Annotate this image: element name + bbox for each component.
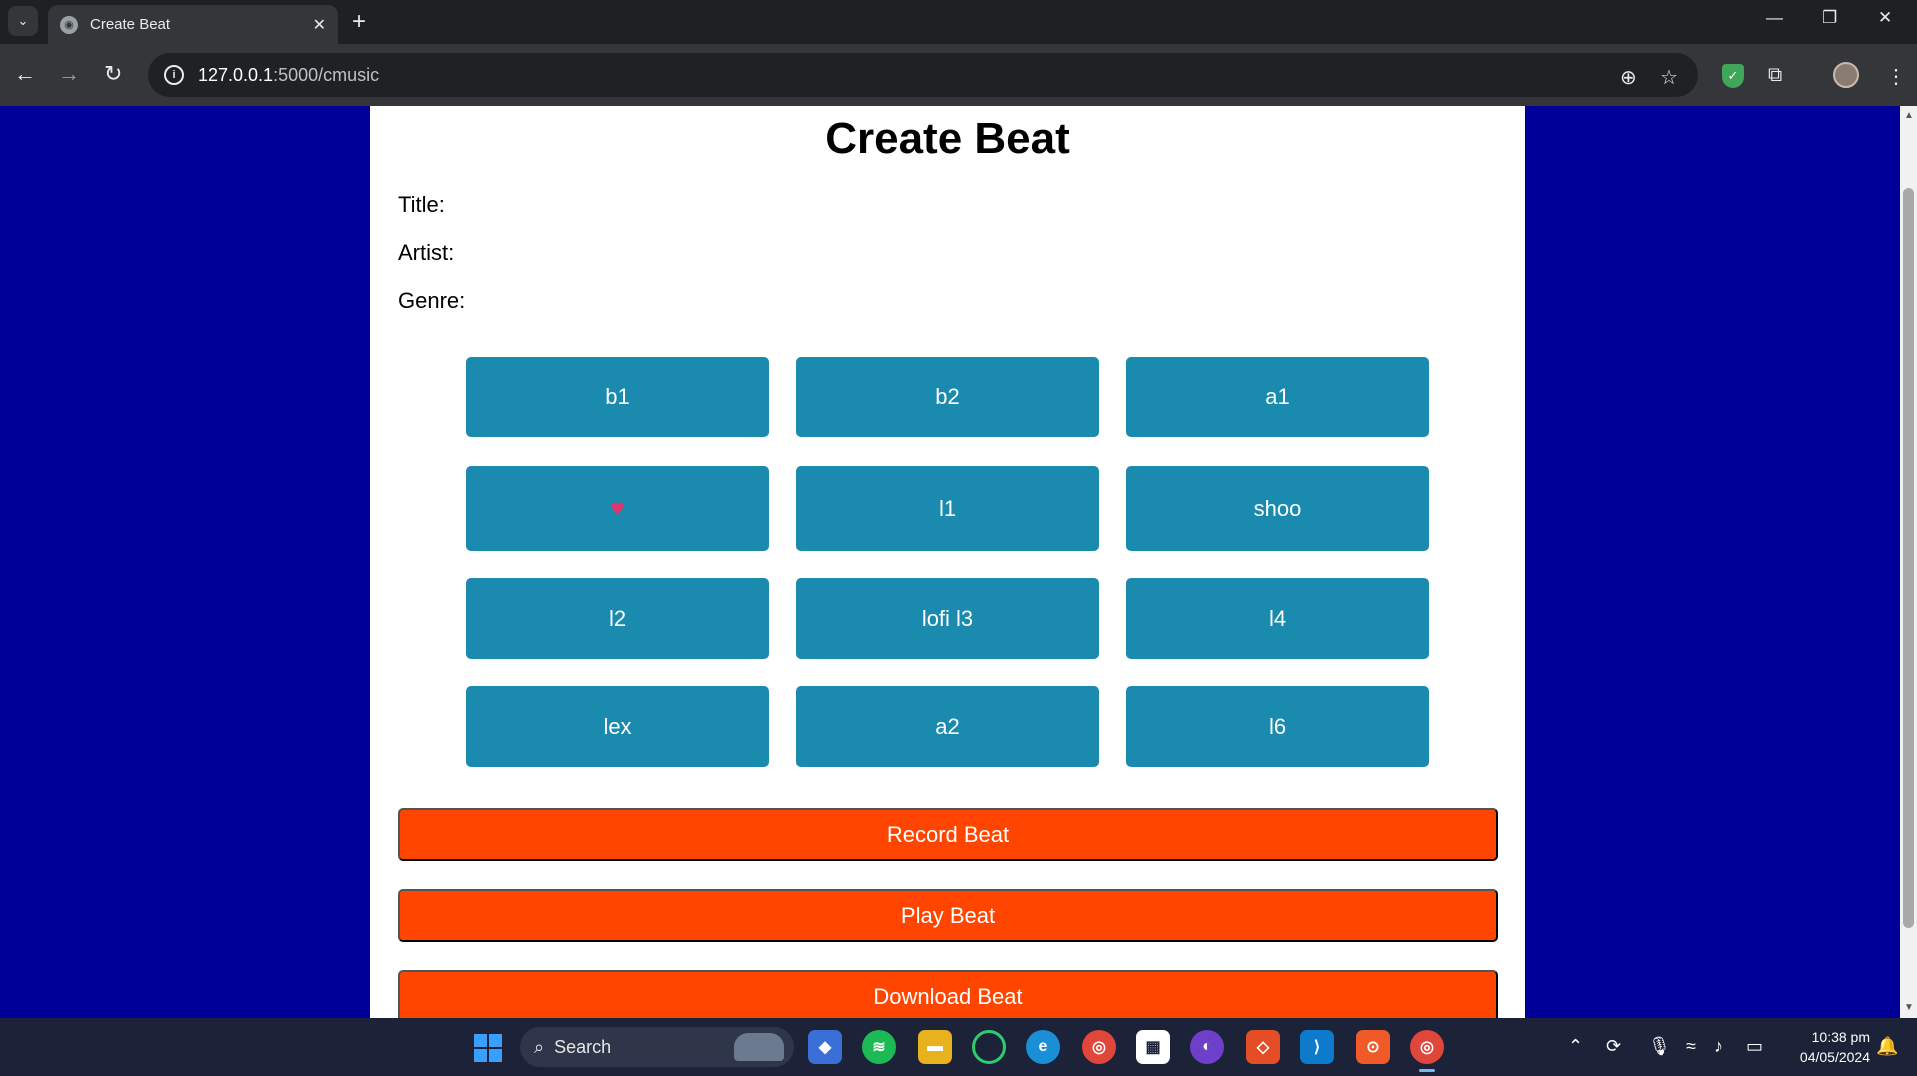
scrollbar-thumb[interactable] (1903, 188, 1914, 928)
chrome-icon[interactable]: ◎ (1082, 1030, 1116, 1064)
battery-icon[interactable]: ▭ (1746, 1036, 1763, 1057)
page-viewport: Create Beat Title: Artist: Genre: b1 b2 … (0, 106, 1900, 1018)
search-highlight-image (734, 1033, 784, 1061)
github-desktop-icon[interactable]: ◐ (1190, 1030, 1224, 1064)
sync-app-icon[interactable] (972, 1030, 1006, 1064)
spotify-icon[interactable]: ≋ (862, 1030, 896, 1064)
forward-arrow-icon[interactable]: → (58, 60, 80, 88)
bookmark-star-icon[interactable]: ☆ (1660, 65, 1678, 90)
menu-kebab-icon[interactable]: ⋮ (1886, 64, 1906, 89)
file-explorer-icon[interactable]: ▬ (918, 1030, 952, 1064)
scroll-down-arrow-icon[interactable]: ▼ (1904, 1002, 1914, 1013)
new-tab-button[interactable]: + (352, 9, 366, 35)
chrome-active-icon[interactable]: ◎ (1410, 1030, 1444, 1072)
download-beat-button[interactable]: Download Beat (398, 970, 1498, 1018)
pad-button-l4[interactable]: l4 (1126, 578, 1429, 659)
browser-tab[interactable]: ◉ Create Beat ✕ (48, 5, 338, 44)
close-window-icon[interactable]: ✕ (1878, 8, 1892, 28)
update-icon[interactable]: ⟳ (1606, 1036, 1621, 1057)
title-label: Title: (398, 192, 445, 217)
globe-icon: ◉ (60, 15, 78, 34)
scroll-up-arrow-icon[interactable]: ▲ (1904, 110, 1914, 121)
microphone-icon[interactable]: 🎙 (1648, 1036, 1671, 1057)
browser-toolbar: ← → ↻ i 127.0.0.1:5000/cmusic ⊕ ☆ ✓ ⧉ ⋮ (0, 44, 1917, 106)
edge-browser-icon[interactable]: e (1026, 1030, 1060, 1064)
pad-button-heart[interactable]: ♥ (466, 466, 769, 551)
record-beat-button[interactable]: Record Beat (398, 808, 1498, 861)
windows-start-icon[interactable] (474, 1034, 502, 1062)
pad-button-b1[interactable]: b1 (466, 357, 769, 437)
windows-taskbar: ⌕ Search ◆ ≋ ▬ e ◎ ▦ ◐ ◇ ⟩ ⊙ ◎ ⌃ ⟳ 🎙 ≈ ♪… (0, 1018, 1917, 1076)
pad-button-a1[interactable]: a1 (1126, 357, 1429, 437)
reload-icon[interactable]: ↻ (104, 60, 122, 88)
close-tab-icon[interactable]: ✕ (313, 15, 326, 35)
artist-label: Artist: (398, 240, 455, 265)
git-icon[interactable]: ◇ (1246, 1030, 1280, 1064)
clock-date: 04/05/2024 (1799, 1049, 1870, 1065)
pad-button-shoo[interactable]: shoo (1126, 466, 1429, 551)
site-info-icon[interactable]: i (164, 65, 184, 85)
zoom-icon[interactable]: ⊕ (1620, 65, 1637, 90)
page-scrollbar[interactable]: ▲ ▼ (1900, 106, 1917, 1018)
address-bar[interactable]: i 127.0.0.1:5000/cmusic ⊕ ☆ (148, 53, 1698, 97)
shield-extension-icon[interactable]: ✓ (1722, 64, 1744, 88)
genre-label: Genre: (398, 288, 466, 313)
tab-title: Create Beat (90, 16, 171, 33)
create-beat-panel: Create Beat Title: Artist: Genre: b1 b2 … (370, 106, 1525, 1018)
pad-button-l2[interactable]: l2 (466, 578, 769, 659)
microsoft-store-icon[interactable]: ▦ (1136, 1030, 1170, 1064)
back-arrow-icon[interactable]: ← (14, 60, 36, 88)
tab-search-button[interactable]: ⌄ (8, 6, 38, 36)
minimize-icon[interactable]: — (1766, 8, 1783, 28)
extensions-puzzle-icon[interactable]: ⧉ (1768, 64, 1782, 87)
ubuntu-icon[interactable]: ⊙ (1356, 1030, 1390, 1064)
search-icon: ⌕ (534, 1036, 545, 1057)
taskbar-search-box[interactable]: ⌕ Search (520, 1027, 794, 1067)
vscode-icon[interactable]: ⟩ (1300, 1030, 1334, 1064)
pad-button-l6[interactable]: l6 (1126, 686, 1429, 767)
clock-time: 10:38 pm (1811, 1029, 1870, 1045)
restore-icon[interactable]: ❐ (1822, 8, 1837, 28)
heart-icon: ♥ (610, 494, 625, 522)
pad-button-lex[interactable]: lex (466, 686, 769, 767)
pad-button-l1[interactable]: l1 (796, 466, 1099, 551)
browser-tab-bar: ⌄ ◉ Create Beat ✕ + — ❐ ✕ (0, 0, 1917, 44)
play-beat-button[interactable]: Play Beat (398, 889, 1498, 942)
profile-avatar[interactable] (1833, 62, 1859, 88)
copilot-icon[interactable]: ◆ (808, 1030, 842, 1064)
volume-icon[interactable]: ♪ (1714, 1036, 1723, 1057)
pad-button-lofi-l3[interactable]: lofi l3 (796, 578, 1099, 659)
tray-overflow-chevron-icon[interactable]: ⌃ (1568, 1036, 1583, 1057)
taskbar-search-placeholder: Search (554, 1036, 612, 1057)
notification-bell-icon[interactable]: 🔔 (1876, 1036, 1898, 1057)
pad-button-b2[interactable]: b2 (796, 357, 1099, 437)
pad-button-a2[interactable]: a2 (796, 686, 1099, 767)
page-title: Create Beat (825, 114, 1070, 163)
taskbar-clock[interactable]: 10:38 pm 04/05/2024 (1780, 1027, 1870, 1067)
url-text: 127.0.0.1:5000/cmusic (198, 64, 380, 85)
wifi-icon[interactable]: ≈ (1686, 1036, 1696, 1057)
